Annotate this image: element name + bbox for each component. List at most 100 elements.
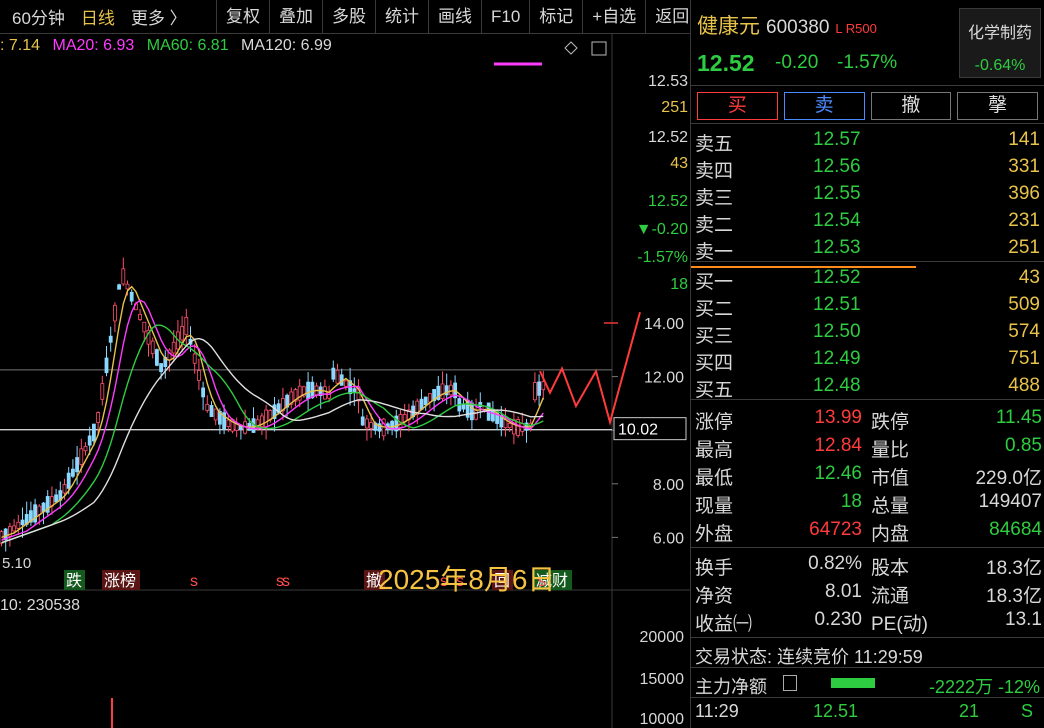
candle-body bbox=[87, 435, 92, 446]
alert-button[interactable]: 撀 bbox=[957, 92, 1038, 120]
fundamental-stats: 换手 0.82% 股本 18.3亿 净资 8.01 流通 18.3亿 收益㈠ 0.230 PE(动)… bbox=[691, 548, 1044, 638]
candle-body bbox=[423, 396, 428, 406]
quote-side-label: 12.53 bbox=[648, 73, 688, 90]
toolbar-button-5[interactable]: F10 bbox=[481, 0, 529, 34]
asks-label: 卖三 bbox=[695, 188, 734, 209]
stat-row: 涨停 13.99 跌停 11.45 bbox=[691, 404, 1044, 433]
stat-row: 净资 8.01 流通 18.3亿 bbox=[691, 578, 1044, 607]
toolbar-button-1[interactable]: 叠加 bbox=[269, 0, 322, 34]
asks-row[interactable]: 卖一 12.53 251 bbox=[691, 234, 1044, 263]
stat-k2: PE(动) bbox=[871, 614, 929, 635]
candle-body bbox=[184, 316, 189, 336]
event-marker: s bbox=[282, 573, 290, 590]
asks-label: 卖一 bbox=[695, 242, 734, 263]
toolbar-button-6[interactable]: 标记 bbox=[529, 0, 582, 34]
period-day-tab[interactable]: 日线 bbox=[73, 4, 123, 29]
toolbar-button-4[interactable]: 画线 bbox=[428, 0, 481, 34]
candle-body bbox=[75, 457, 79, 473]
asks-row[interactable]: 卖五 12.57 141 bbox=[691, 126, 1044, 155]
bids-row[interactable]: 买五 12.48 488 bbox=[691, 372, 1044, 401]
stat-v1: 8.01 bbox=[825, 581, 862, 602]
asks-row[interactable]: 卖二 12.54 231 bbox=[691, 207, 1044, 236]
quote-side-label: -1.57% bbox=[637, 249, 688, 266]
asks-row[interactable]: 卖四 12.56 331 bbox=[691, 153, 1044, 182]
asks-label: 卖四 bbox=[695, 161, 734, 182]
toolbar-button-3[interactable]: 统计 bbox=[375, 0, 428, 34]
price-tick-label: 8.00 bbox=[653, 477, 684, 494]
stat-v2: 149407 bbox=[978, 491, 1042, 512]
toolbar-button-2[interactable]: 多股 bbox=[322, 0, 375, 34]
stat-v2: 13.1 bbox=[1005, 609, 1042, 630]
candle-body bbox=[83, 446, 88, 452]
stat-v1: 0.82% bbox=[808, 553, 862, 574]
sector-box[interactable]: 化学制药 -0.64% bbox=[959, 8, 1041, 78]
stat-v1: 18 bbox=[840, 491, 862, 512]
bids-row[interactable]: 买一 12.52 43 bbox=[691, 264, 1044, 293]
ma-legend: : 7.14 MA20: 6.93 MA60: 6.81 MA120: 6.99 bbox=[0, 37, 340, 55]
asks-price: 12.57 bbox=[813, 129, 861, 150]
toolbar-button-7[interactable]: +自选 bbox=[582, 0, 645, 34]
stat-v2: 11.45 bbox=[995, 407, 1042, 428]
kline-svg[interactable]: 14.0012.0010.008.006.0012.5325112.524312… bbox=[0, 34, 690, 728]
price-change-pct: -1.57% bbox=[837, 52, 898, 73]
candle-body bbox=[343, 380, 348, 387]
more-menu[interactable]: 更多 〉 bbox=[123, 4, 195, 29]
list-icon[interactable] bbox=[783, 675, 797, 691]
bids-row[interactable]: 买二 12.51 509 bbox=[691, 291, 1044, 320]
stat-v2: 0.85 bbox=[1005, 435, 1042, 456]
stat-k1: 现量 bbox=[695, 496, 734, 517]
stat-k1: 净资 bbox=[695, 586, 734, 607]
sell-button[interactable]: 卖 bbox=[783, 92, 865, 120]
bids-label: 买四 bbox=[695, 353, 734, 374]
stat-k1: 最高 bbox=[695, 440, 734, 461]
period-60min-tab[interactable]: 60分钟 bbox=[4, 4, 73, 29]
buy-button[interactable]: 买 bbox=[697, 92, 778, 120]
bid-book: 买一 12.52 43 买二 12.51 509 买三 12.50 574 买四 12.49 751 买… bbox=[691, 262, 1044, 401]
candle-body bbox=[180, 326, 185, 341]
candle-body bbox=[79, 448, 84, 465]
event-marker: s bbox=[190, 573, 198, 590]
ma-line bbox=[1, 285, 544, 539]
stat-v1: 13.99 bbox=[814, 407, 862, 428]
bids-price: 12.52 bbox=[813, 267, 861, 288]
candle-body bbox=[335, 369, 340, 384]
kline-chart[interactable]: 14.0012.0010.008.006.0012.5325112.524312… bbox=[0, 34, 690, 728]
bids-row[interactable]: 买三 12.50 574 bbox=[691, 318, 1044, 347]
candle-body bbox=[192, 353, 197, 364]
price-tick-label: 14.00 bbox=[644, 316, 684, 333]
candle-body bbox=[100, 383, 105, 400]
stock-header: 健康元 600380 L R500 12.52 -0.20 -1.57% 化学制药 … bbox=[691, 0, 1044, 86]
trade-state: 交易状态: 连续竞价 11:29:59 bbox=[691, 638, 1044, 668]
bids-vol: 509 bbox=[1008, 294, 1040, 315]
bids-price: 12.50 bbox=[813, 321, 861, 342]
toolbar-actions: 复权 叠加 多股 统计 画线 F10 标记 +自选 返回 bbox=[216, 0, 698, 34]
asks-vol: 251 bbox=[1008, 237, 1040, 258]
stock-name: 健康元 600380 L R500 bbox=[697, 10, 877, 40]
candle-body bbox=[205, 404, 210, 411]
asks-vol: 141 bbox=[1008, 129, 1040, 150]
asks-row[interactable]: 卖三 12.55 396 bbox=[691, 180, 1044, 209]
asks-label: 卖五 bbox=[695, 134, 734, 155]
stat-k2: 市值 bbox=[871, 468, 910, 489]
toolbar-button-0[interactable]: 复权 bbox=[216, 0, 269, 34]
stock-code: 600380 bbox=[766, 17, 830, 38]
stat-k2: 跌停 bbox=[871, 412, 910, 433]
candle-body bbox=[213, 408, 218, 421]
stat-row: 最低 12.46 市值 229.0亿 bbox=[691, 460, 1044, 489]
bids-price: 12.49 bbox=[813, 348, 861, 369]
stat-k1: 外盘 bbox=[695, 524, 734, 545]
volume-tick-label: 10000 bbox=[640, 711, 685, 728]
candle-body bbox=[16, 521, 21, 529]
candle-body bbox=[196, 370, 201, 381]
stat-v1: 12.84 bbox=[814, 435, 862, 456]
candle-body bbox=[226, 419, 231, 427]
tick-row: 11:29 12.51 21 S bbox=[691, 698, 1044, 721]
cancel-order-button[interactable]: 撤 bbox=[870, 92, 952, 120]
candle-body bbox=[306, 381, 311, 399]
bids-row[interactable]: 买四 12.49 751 bbox=[691, 345, 1044, 374]
ma5-label: : 7.14 bbox=[0, 37, 41, 54]
candle-body bbox=[159, 363, 164, 373]
candle-body bbox=[369, 422, 374, 429]
volume-header: 10: 230538 bbox=[0, 597, 80, 614]
stat-k1: 涨停 bbox=[695, 412, 734, 433]
